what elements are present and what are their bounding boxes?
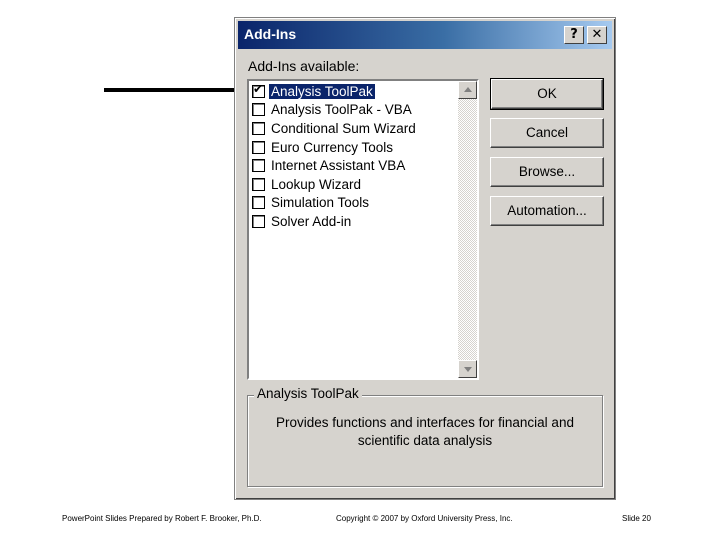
addin-list-item[interactable]: Lookup Wizard [250, 175, 456, 194]
addin-label: Simulation Tools [271, 195, 370, 211]
addin-list-item[interactable]: Simulation Tools [250, 194, 456, 213]
add-ins-list: Analysis ToolPak Analysis ToolPak - VBA Co… [250, 82, 456, 231]
title-bar[interactable]: Add-Ins ? ✕ [238, 21, 612, 49]
add-ins-available-label: Add-Ins available: [248, 58, 360, 74]
addin-checkbox[interactable] [252, 159, 265, 173]
addin-list-item[interactable]: Conditional Sum Wizard [250, 119, 456, 138]
footer-slide-number: Slide 20 [622, 514, 651, 523]
add-ins-dialog: Add-Ins ? ✕ Add-Ins available: Analysis … [234, 17, 616, 500]
addin-label: Euro Currency Tools [271, 139, 394, 155]
footer-author: PowerPoint Slides Prepared by Robert F. … [62, 514, 262, 523]
addin-label: Lookup Wizard [271, 176, 362, 192]
scroll-down-arrow-icon [464, 367, 472, 372]
description-group: Analysis ToolPak Provides functions and … [247, 386, 603, 487]
addin-list-item[interactable]: Analysis ToolPak - VBA [250, 101, 456, 120]
addin-label: Analysis ToolPak - VBA [271, 102, 412, 118]
addin-checkbox[interactable] [252, 196, 265, 210]
vertical-scrollbar[interactable] [458, 81, 477, 378]
description-title: Analysis ToolPak [254, 386, 362, 401]
addin-list-item[interactable]: Euro Currency Tools [250, 138, 456, 157]
addin-list-item[interactable]: Analysis ToolPak [250, 82, 456, 101]
footer-copyright: Copyright © 2007 by Oxford University Pr… [336, 514, 513, 523]
description-text: Provides functions and interfaces for fi… [276, 415, 574, 448]
addin-label: Solver Add-in [271, 213, 352, 229]
addin-label: Conditional Sum Wizard [271, 120, 416, 136]
cancel-button[interactable]: Cancel [490, 118, 604, 148]
browse-button[interactable]: Browse... [490, 157, 604, 187]
addin-checkbox[interactable] [252, 103, 265, 117]
scroll-up-arrow-icon [464, 87, 472, 92]
addin-label: Internet Assistant VBA [271, 158, 406, 174]
ok-button[interactable]: OK [490, 78, 604, 110]
addin-list-item[interactable]: Internet Assistant VBA [250, 156, 456, 175]
addin-checkbox[interactable] [252, 177, 265, 191]
add-ins-listbox[interactable]: Analysis ToolPak Analysis ToolPak - VBA Co… [247, 79, 479, 380]
addin-checkbox[interactable] [252, 82, 265, 98]
addin-label: Analysis ToolPak [268, 82, 376, 100]
addin-checkbox[interactable] [252, 140, 265, 154]
dialog-title: Add-Ins [244, 26, 297, 42]
help-button[interactable]: ? [564, 26, 584, 44]
addin-list-item[interactable]: Solver Add-in [250, 212, 456, 231]
close-button[interactable]: ✕ [587, 26, 607, 44]
scroll-down-button[interactable] [458, 360, 477, 378]
addin-checkbox[interactable] [252, 214, 265, 228]
addin-checkbox[interactable] [252, 121, 265, 135]
automation-button[interactable]: Automation... [490, 196, 604, 226]
scroll-up-button[interactable] [458, 81, 477, 99]
